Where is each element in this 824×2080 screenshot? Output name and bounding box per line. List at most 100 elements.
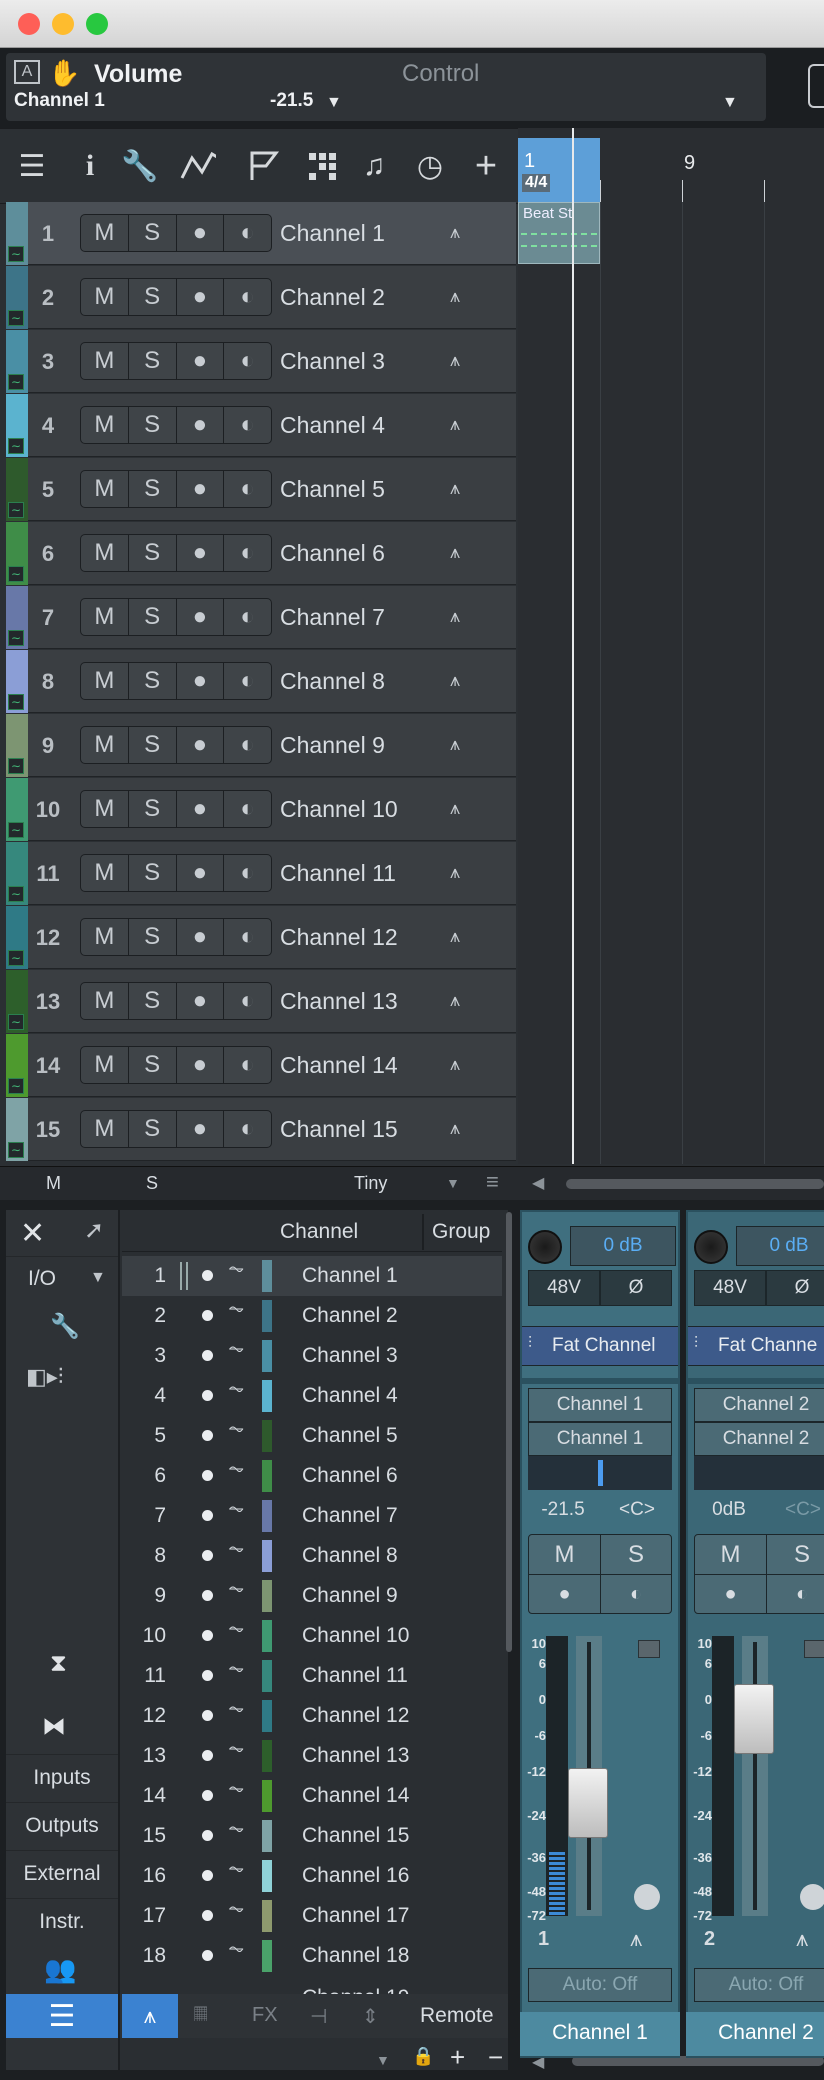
visibility-dot[interactable] [202, 1350, 213, 1361]
group-header[interactable]: Group [432, 1220, 490, 1244]
mute-button[interactable]: M [81, 983, 129, 1019]
connection-icon[interactable]: ⏦ [228, 1418, 244, 1441]
track-name[interactable]: Channel 2 [280, 266, 385, 329]
track-name[interactable]: Channel 4 [280, 394, 385, 457]
channel-list-row[interactable]: 17 ⏦ Channel 17 [122, 1896, 502, 1936]
channel-name[interactable]: Channel 3 [302, 1344, 398, 1368]
mute-button[interactable]: M [81, 855, 129, 891]
close-window-button[interactable] [18, 13, 40, 35]
mute-button[interactable]: M [529, 1535, 601, 1575]
gain-knob[interactable] [694, 1230, 728, 1264]
monitor-icon[interactable]: ◐ [224, 663, 271, 699]
channel-name[interactable]: Channel 7 [302, 1504, 398, 1528]
lock-icon[interactable]: 🔒 [412, 2046, 434, 2067]
track-row[interactable]: ∼ 8 M S ● ◐ Channel 8 ⩚ [6, 650, 516, 713]
timeline-ruler[interactable]: 1 4/4 9 [518, 128, 824, 202]
channel-name[interactable]: Channel 11 [302, 1664, 408, 1688]
size-dropdown-icon[interactable]: ▼ [446, 1175, 460, 1191]
connection-icon[interactable]: ⏦ [228, 1938, 244, 1961]
channel-list-row[interactable]: 14 ⏦ Channel 14 [122, 1776, 502, 1816]
solo-button[interactable]: S [129, 1047, 177, 1083]
automation-icon[interactable]: ∼ [8, 1014, 24, 1030]
monitor-icon[interactable]: ◐ [224, 279, 271, 315]
visibility-dot[interactable] [202, 1550, 213, 1561]
channel-name[interactable]: Channel 18 [302, 1944, 409, 1968]
track-name[interactable]: Channel 6 [280, 522, 385, 585]
remote-tab[interactable]: Remote [420, 2004, 494, 2028]
minimize-window-button[interactable] [52, 13, 74, 35]
channel-list-row[interactable]: 15 ⏦ Channel 15 [122, 1816, 502, 1856]
insert-slot[interactable]: ⫶ Fat Channel [522, 1326, 678, 1366]
channel-name-bottom[interactable]: Channel 2 [686, 2012, 824, 2056]
connection-icon[interactable]: ⏦ [228, 1378, 244, 1401]
phantom-power-button[interactable]: 48V [694, 1270, 766, 1306]
track-name[interactable]: Channel 3 [280, 330, 385, 393]
automation-icon[interactable]: ∼ [8, 374, 24, 390]
track-row[interactable]: ∼ 3 M S ● ◐ Channel 3 ⩚ [6, 330, 516, 393]
channel-list-row[interactable]: 13 ⏦ Channel 13 [122, 1736, 502, 1776]
channel-list-row[interactable]: 3 ⏦ Channel 3 [122, 1336, 502, 1376]
channel-header[interactable]: Channel [280, 1220, 358, 1244]
monitor-icon[interactable]: ◐ [224, 535, 271, 571]
automation-icon[interactable]: ∼ [8, 822, 24, 838]
volume-value[interactable]: -21.5 [528, 1494, 598, 1526]
phase-invert-button[interactable]: Ø [600, 1270, 672, 1306]
visibility-dot[interactable] [202, 1430, 213, 1441]
track-name[interactable]: Channel 1 [280, 202, 385, 265]
mute-button[interactable]: M [81, 279, 129, 315]
track-row[interactable]: ∼ 5 M S ● ◐ Channel 5 ⩚ [6, 458, 516, 521]
monitor-icon[interactable]: ◐ [767, 1575, 824, 1613]
mute-button[interactable]: M [81, 343, 129, 379]
connection-icon[interactable]: ⏦ [228, 1538, 244, 1561]
console-nav-outputs[interactable]: Outputs [6, 1802, 118, 1848]
gain-value[interactable]: 0 dB [736, 1226, 824, 1266]
track-name[interactable]: Channel 9 [280, 714, 385, 777]
connection-icon[interactable]: ⏦ [228, 1898, 244, 1921]
chevron-down-icon[interactable]: ▼ [326, 94, 342, 112]
channel-name[interactable]: Channel 14 [302, 1784, 409, 1808]
solo-button[interactable]: S [767, 1535, 824, 1575]
connection-icon[interactable]: ⏦ [228, 1778, 244, 1801]
scroll-left-icon[interactable]: ◀ [532, 1173, 544, 1193]
mute-button[interactable]: M [81, 663, 129, 699]
connection-icon[interactable]: ⏦ [228, 1298, 244, 1321]
grid-icon[interactable] [304, 148, 340, 184]
collapse-vertical-icon[interactable]: ⧗ [50, 1650, 67, 1678]
record-arm-icon[interactable]: ● [177, 407, 225, 443]
visibility-dot[interactable] [202, 1470, 213, 1481]
track-name[interactable]: Channel 10 [280, 778, 398, 841]
monitor-icon[interactable]: ◐ [224, 983, 271, 1019]
people-icon[interactable]: 👥 [44, 1954, 76, 1985]
list-icon[interactable]: ☰ [14, 148, 50, 184]
console-list-icon[interactable]: ☰ [6, 1994, 118, 2038]
mute-all-button[interactable]: M [46, 1173, 61, 1194]
fader-track[interactable] [742, 1636, 768, 1916]
solo-button[interactable]: S [129, 919, 177, 955]
pan-slider[interactable] [694, 1456, 824, 1490]
track-row[interactable]: ∼ 2 M S ● ◐ Channel 2 ⩚ [6, 266, 516, 329]
remove-channel-button[interactable]: − [488, 2042, 503, 2073]
solo-button[interactable]: S [129, 279, 177, 315]
monitor-icon[interactable]: ◐ [224, 791, 271, 827]
channel-list-row[interactable]: 8 ⏦ Channel 8 [122, 1536, 502, 1576]
visibility-dot[interactable] [202, 1670, 213, 1681]
channel-list-row[interactable]: 6 ⏦ Channel 6 [122, 1456, 502, 1496]
parameter-value[interactable]: -21.5 [270, 90, 313, 112]
wrench-icon[interactable]: 🔧 [121, 148, 158, 184]
solo-button[interactable]: S [129, 855, 177, 891]
monitor-icon[interactable]: ◐ [224, 407, 271, 443]
mute-button[interactable]: M [81, 407, 129, 443]
pan-slider[interactable] [528, 1456, 672, 1490]
channel-name[interactable]: Channel 10 [302, 1624, 409, 1648]
control-dropdown-icon[interactable]: ▼ [722, 94, 738, 112]
vca-tab-icon[interactable]: ⇕ [362, 2004, 379, 2029]
meter-options-icon[interactable] [804, 1640, 824, 1658]
track-row[interactable]: ∼ 10 M S ● ◐ Channel 10 ⩚ [6, 778, 516, 841]
monitor-icon[interactable]: ◐ [601, 1575, 671, 1613]
automation-icon[interactable]: ∼ [8, 438, 24, 454]
track-row[interactable]: ∼ 12 M S ● ◐ Channel 12 ⩚ [6, 906, 516, 969]
connection-icon[interactable]: ⏦ [228, 1618, 244, 1641]
gain-knob[interactable] [528, 1230, 562, 1264]
monitor-icon[interactable]: ◐ [224, 215, 271, 251]
visibility-dot[interactable] [202, 1830, 213, 1841]
